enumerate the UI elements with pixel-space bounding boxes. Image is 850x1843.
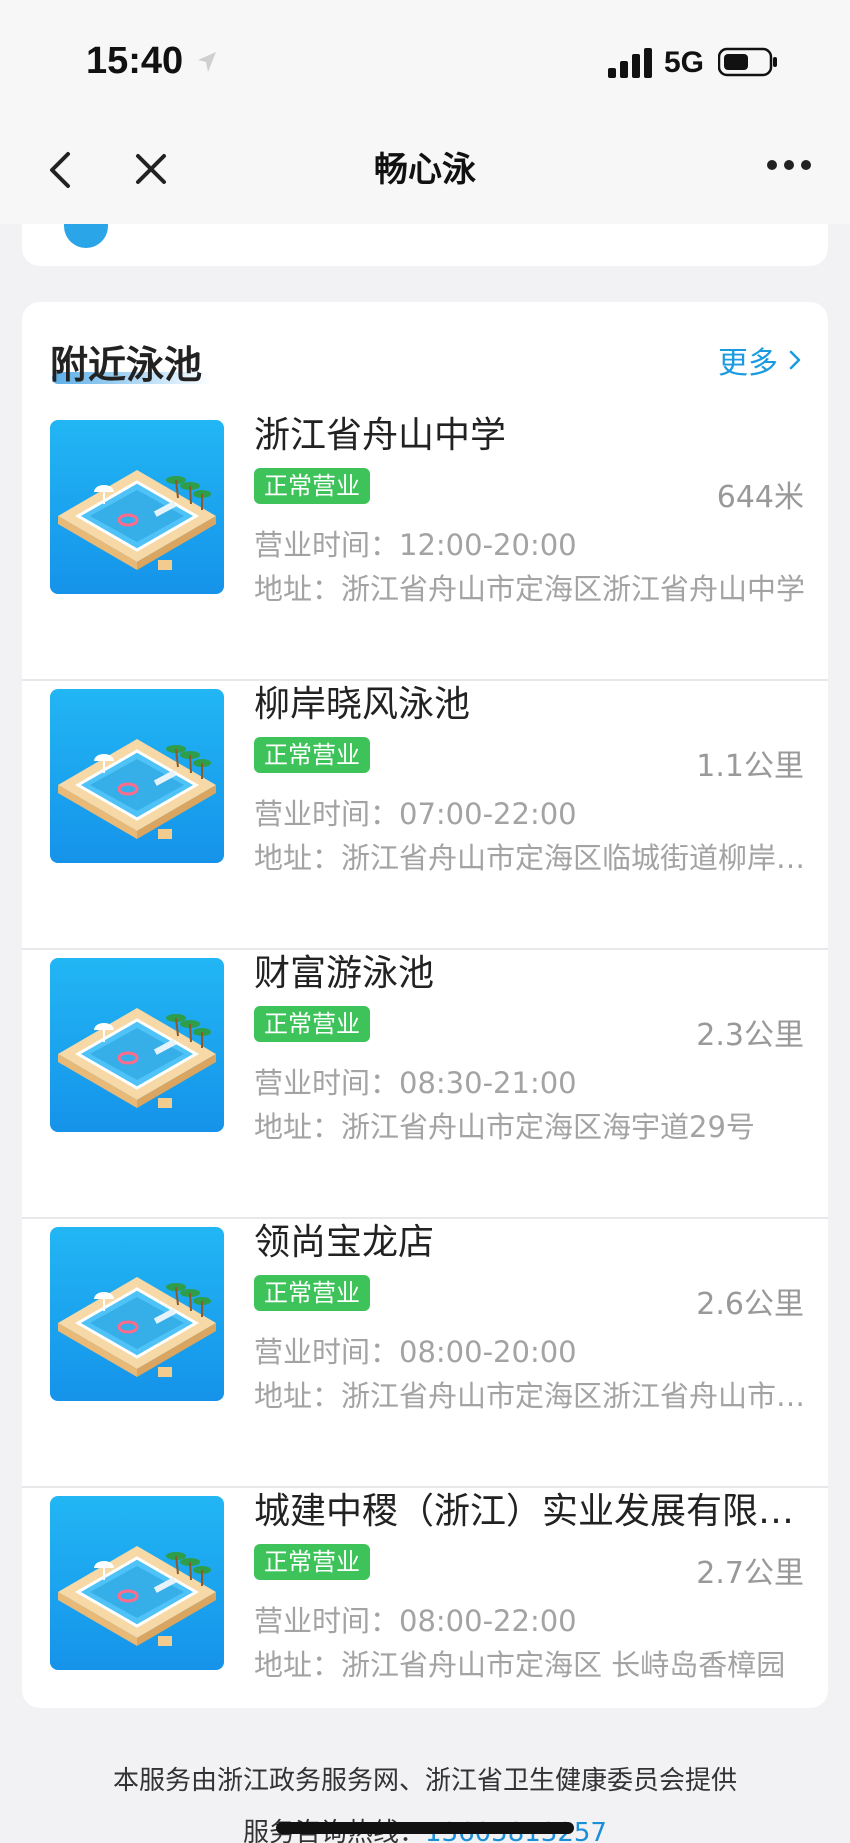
footer-provider: 本服务由浙江政务服务网、浙江省卫生健康委员会提供 [112,1766,737,1796]
pool-hours: 营业时间：07:00-22:00 [254,797,577,831]
pool-hours: 营业时间：08:00-20:00 [254,1335,577,1369]
pool-name: 柳岸晓风泳池 [254,684,471,725]
pool-address: 地址：浙江省舟山市定海区 长峙岛香樟园 [254,1648,786,1682]
pool-illustration-icon [50,420,224,594]
home-indicator [276,1822,574,1834]
pool-address: 地址：浙江省舟山市定海区海宇道29号 [254,1110,755,1144]
pool-name: 财富游泳池 [254,953,435,994]
pool-list-item[interactable]: 浙江省舟山中学 正常营业 644米 营业时间：12:00-20:00 地址：浙江… [22,412,828,681]
pool-name: 城建中稷（浙江）实业发展有限公司 [254,1491,802,1532]
pool-list: 浙江省舟山中学 正常营业 644米 营业时间：12:00-20:00 地址：浙江… [22,412,828,1708]
pool-address: 地址：浙江省舟山市定海区临城街道柳岸晓风 [254,841,810,875]
pool-address: 地址：浙江省舟山市定海区浙江省舟山市宝龙 [254,1379,810,1413]
battery-icon [718,47,777,77]
network-type: 5G [664,46,705,79]
pool-distance: 1.1公里 [696,749,804,784]
more-dots-icon[interactable] [766,158,812,172]
pool-distance: 2.7公里 [696,1556,804,1591]
status-badge: 正常营业 [254,1544,370,1580]
more-link-label: 更多 [718,346,778,381]
status-time: 15:40 [86,40,184,82]
more-link[interactable]: 更多 [718,338,802,382]
section-title: 附近泳池 [50,343,203,387]
pool-name: 浙江省舟山中学 [254,415,507,456]
nearby-pools-card: 附近泳池 更多 浙江省舟山中学 正常营业 644米 营业时间：12:00-20:… [22,302,828,1708]
location-arrow-icon [198,52,216,72]
pool-list-item[interactable]: 城建中稷（浙江）实业发展有限公司 正常营业 2.7公里 营业时间：08:00-2… [22,1488,828,1708]
previous-card [22,224,828,266]
chevron-right-icon [789,350,801,370]
pool-list-item[interactable]: 财富游泳池 正常营业 2.3公里 营业时间：08:30-21:00 地址：浙江省… [22,950,828,1219]
pool-illustration-icon [50,958,224,1132]
pool-distance: 2.6公里 [696,1287,804,1322]
pool-distance: 644米 [716,480,804,515]
status-badge: 正常营业 [254,468,370,504]
status-badge: 正常营业 [254,737,370,773]
pool-hours: 营业时间：08:30-21:00 [254,1066,577,1100]
nav-bar: 畅心泳 [0,120,850,224]
signal-icon [608,48,652,78]
pool-illustration-icon [50,689,224,863]
page-title: 畅心泳 [374,150,476,190]
status-badge: 正常营业 [254,1006,370,1042]
status-badge: 正常营业 [254,1275,370,1311]
status-bar: 15:40 5G [0,0,850,120]
pool-list-item[interactable]: 柳岸晓风泳池 正常营业 1.1公里 营业时间：07:00-22:00 地址：浙江… [22,681,828,950]
pool-distance: 2.3公里 [696,1018,804,1053]
pool-list-item[interactable]: 领尚宝龙店 正常营业 2.6公里 营业时间：08:00-20:00 地址：浙江省… [22,1219,828,1488]
pool-hours: 营业时间：12:00-20:00 [254,528,577,562]
pool-illustration-icon [50,1227,224,1401]
pool-address: 地址：浙江省舟山市定海区浙江省舟山中学 [254,572,806,606]
pool-illustration-icon [50,1496,224,1670]
pool-name: 领尚宝龙店 [254,1222,435,1263]
pool-hours: 营业时间：08:00-22:00 [254,1604,577,1638]
